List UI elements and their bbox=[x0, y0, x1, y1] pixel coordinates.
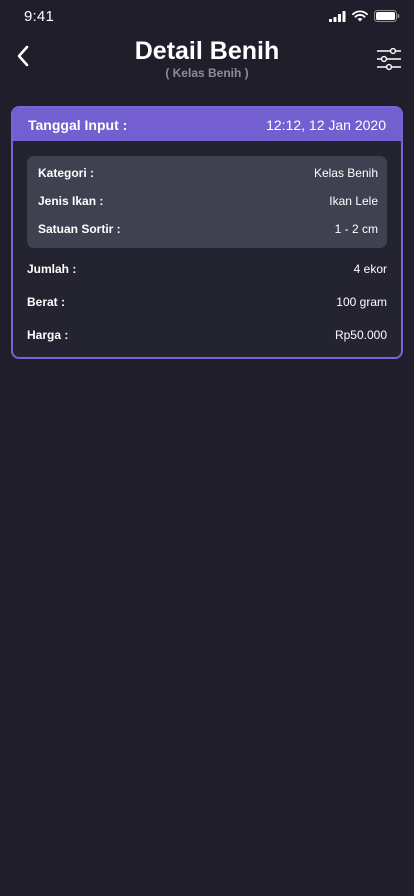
signal-icon bbox=[329, 9, 346, 27]
summary-label: Harga : bbox=[27, 328, 69, 342]
detail-value: Kelas Benih bbox=[313, 166, 378, 180]
status-icons bbox=[329, 9, 400, 27]
card-header: Tanggal Input : 12:12, 12 Jan 2020 bbox=[13, 108, 401, 141]
detail-card: Tanggal Input : 12:12, 12 Jan 2020 Kateg… bbox=[11, 106, 403, 359]
detail-row-jenis-ikan: Jenis Ikan : Ikan Lele bbox=[38, 194, 378, 208]
title-block: Detail Benih ( Kelas Benih ) bbox=[80, 36, 334, 80]
summary-label: Berat : bbox=[27, 295, 66, 309]
detail-info-box: Kategori : Kelas Benih Jenis Ikan : Ikan… bbox=[27, 156, 387, 248]
battery-icon bbox=[374, 9, 400, 27]
date-value: 12:12, 12 Jan 2020 bbox=[266, 116, 386, 133]
filter-sliders-icon bbox=[376, 47, 402, 76]
header: Detail Benih ( Kelas Benih ) bbox=[0, 34, 414, 90]
detail-benih-screen: 9:41 Detail Benih (Kelas Benih) Tangga… bbox=[0, 0, 414, 896]
summary-value: 4 ekor bbox=[353, 262, 387, 276]
summary-label: Jumlah : bbox=[27, 262, 77, 276]
detail-row-satuan-sortir: Satuan Sortir : 1 - 2 cm bbox=[38, 222, 378, 236]
page-subtitle: ( Kelas Benih ) bbox=[165, 66, 249, 80]
detail-label: Jenis Ikan : bbox=[38, 194, 104, 208]
wifi-icon bbox=[352, 9, 368, 27]
back-arrow-icon bbox=[16, 45, 30, 72]
summary-row-jumlah: Jumlah : 4 ekor bbox=[27, 262, 387, 276]
detail-value: 1 - 2 cm bbox=[334, 222, 378, 236]
summary-row-harga: Harga : Rp50.000 bbox=[27, 328, 387, 342]
page-title: Detail Benih bbox=[134, 37, 280, 65]
status-time: 9:41 bbox=[24, 8, 54, 25]
back-button[interactable] bbox=[10, 44, 36, 72]
detail-label: Satuan Sortir : bbox=[38, 222, 121, 236]
date-label: Tanggal Input : bbox=[28, 116, 128, 133]
detail-label: Kategori : bbox=[38, 166, 95, 180]
detail-value: Ikan Lele bbox=[329, 194, 378, 208]
summary-value: Rp50.000 bbox=[334, 328, 387, 342]
filter-button[interactable] bbox=[376, 46, 402, 72]
summary-value: 100 gram bbox=[336, 295, 387, 309]
summary-row-berat: Berat : 100 gram bbox=[27, 295, 387, 309]
detail-row-kategori: Kategori : Kelas Benih bbox=[38, 166, 378, 180]
status-bar: 9:41 bbox=[0, 0, 414, 34]
